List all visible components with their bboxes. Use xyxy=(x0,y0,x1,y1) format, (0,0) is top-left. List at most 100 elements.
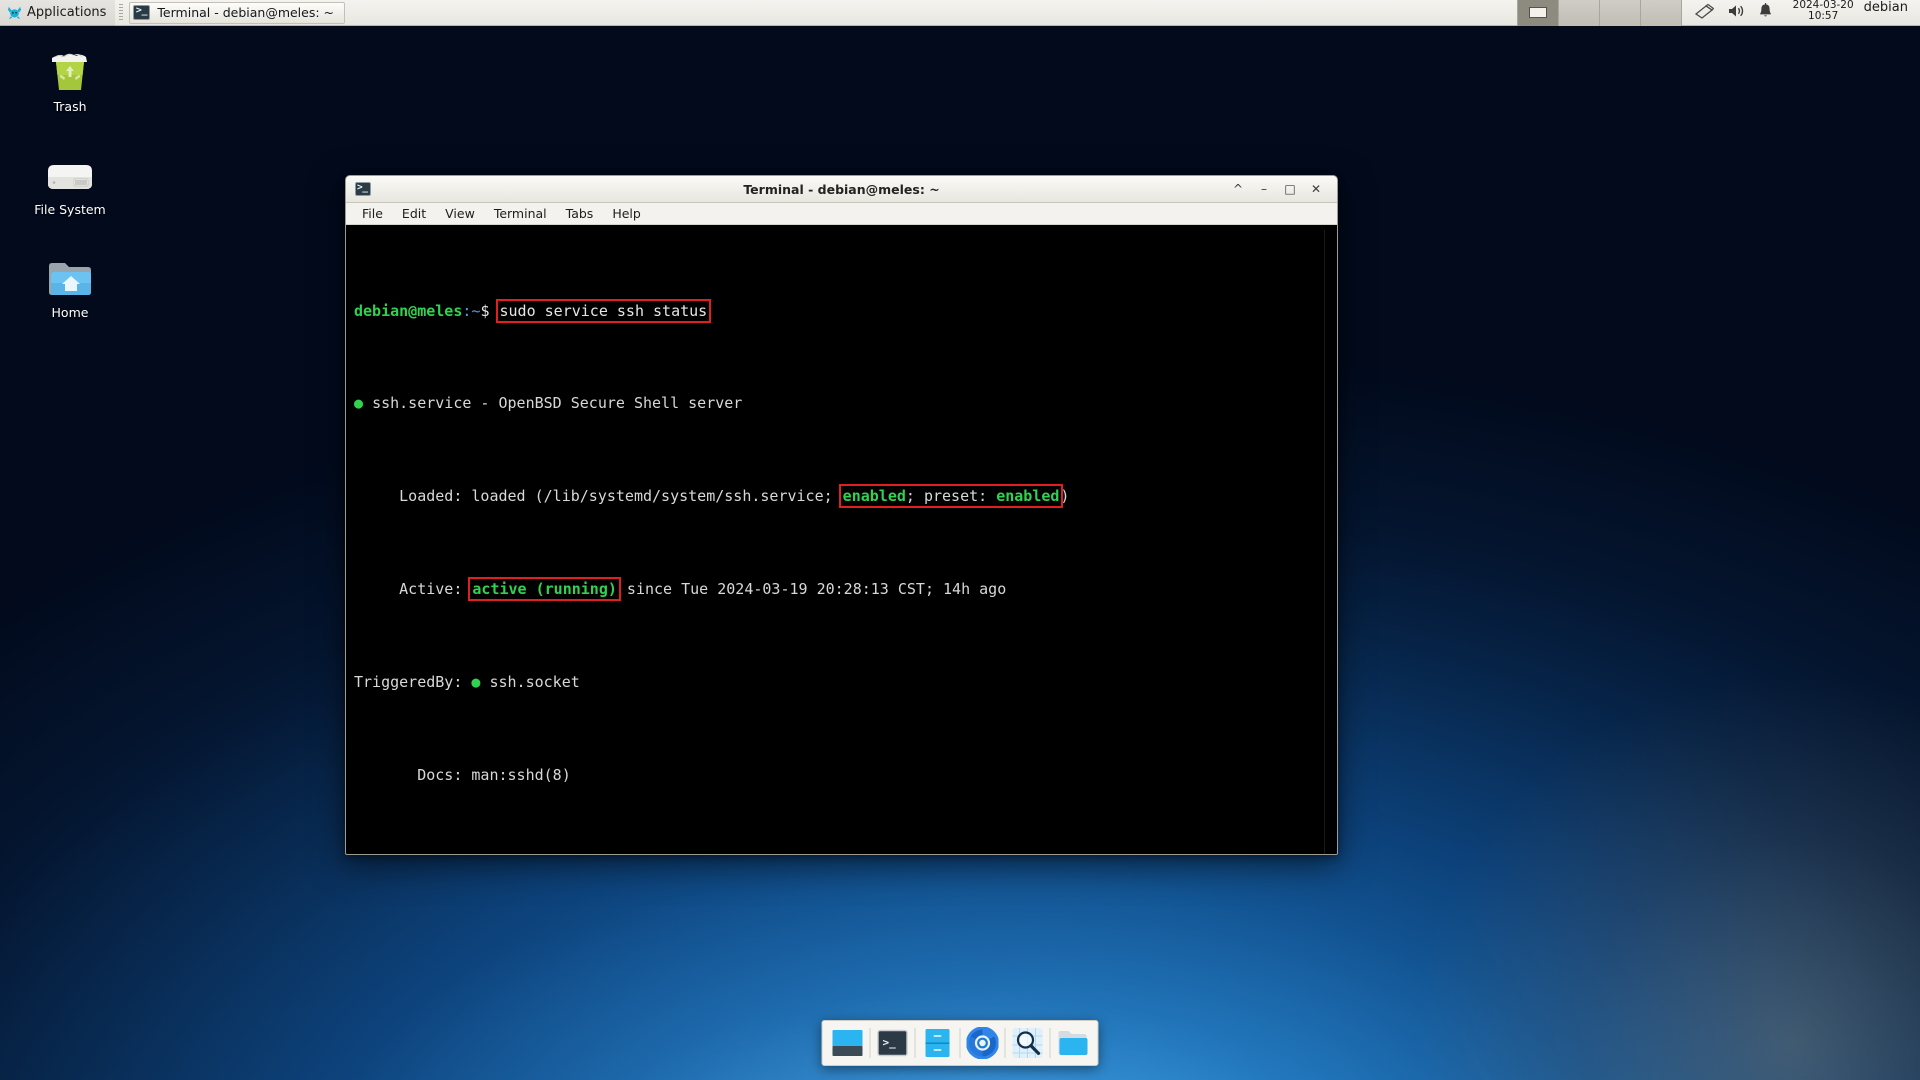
workspace-window-thumb xyxy=(1528,7,1547,18)
loaded-pre: loaded (/lib/systemd/system/ssh.service; xyxy=(471,487,842,506)
active-since: since Tue 2024-03-19 20:28:13 CST; 14h a… xyxy=(617,580,1007,598)
applications-menu-button[interactable]: Applications xyxy=(0,0,116,26)
close-button[interactable]: ✕ xyxy=(1309,182,1323,196)
clock-time: 10:57 xyxy=(1808,9,1839,22)
folder-icon xyxy=(1057,1027,1089,1059)
terminal-icon: >_ xyxy=(877,1027,909,1059)
terminal-icon xyxy=(133,5,151,20)
triggeredby-label: TriggeredBy: xyxy=(354,672,472,691)
chromium-icon xyxy=(966,1026,999,1060)
docs-value-1: man:sshd(8) xyxy=(471,765,571,784)
magnifier-icon xyxy=(1012,1027,1044,1059)
volume-speaker-icon[interactable] xyxy=(1727,3,1745,23)
wallpaper-swoosh-3 xyxy=(1305,379,1920,1080)
prompt-path: :~ xyxy=(462,301,481,320)
workspace-3[interactable] xyxy=(1600,0,1641,26)
loaded-preset: enabled xyxy=(996,487,1060,506)
docs-label: Docs: xyxy=(354,765,472,784)
unit-line: ssh.service - OpenBSD Secure Shell serve… xyxy=(372,394,743,413)
desktop-icon-trash[interactable]: Trash xyxy=(18,42,122,114)
desktop-icon-label: File System xyxy=(34,202,106,217)
prompt-sign: $ xyxy=(480,301,490,320)
terminal-line-command: debian@meles:~$ sudo service ssh status xyxy=(354,298,1324,323)
filecabinet-icon xyxy=(922,1027,954,1059)
workspace-1[interactable] xyxy=(1517,0,1559,26)
top-panel: Applications Terminal - debian@meles: ~ xyxy=(0,0,1920,26)
system-tray: 2024-03-20 10:57 debian xyxy=(1516,0,1920,26)
desktop[interactable]: Applications Terminal - debian@meles: ~ xyxy=(0,0,1920,1080)
active-label: Active: xyxy=(354,580,472,598)
dock-item-file-manager[interactable] xyxy=(918,1023,958,1063)
dock-separator xyxy=(914,1028,916,1058)
prompt-user: debian@meles xyxy=(354,301,463,320)
xfce-mouse-logo-icon xyxy=(7,5,22,20)
dock-separator xyxy=(1049,1028,1051,1058)
svg-text:>_: >_ xyxy=(883,1036,897,1049)
terminal-scrollbar[interactable] xyxy=(1324,230,1337,854)
dock-item-show-desktop[interactable] xyxy=(828,1023,868,1063)
dock-item-chromium[interactable] xyxy=(963,1023,1003,1063)
trash-icon xyxy=(18,42,122,94)
terminal-body[interactable]: debian@meles:~$ sudo service ssh status … xyxy=(346,225,1337,854)
terminal-line-docs-1: Docs: man:sshd(8) xyxy=(354,764,1324,787)
desktop-icon-label: Home xyxy=(51,305,89,320)
wallpaper-swoosh-4 xyxy=(1296,240,1920,1080)
dock-item-terminal[interactable]: >_ xyxy=(873,1023,913,1063)
home-folder-icon xyxy=(18,248,122,300)
bell-icon[interactable] xyxy=(1758,2,1773,23)
menu-edit[interactable]: Edit xyxy=(394,204,434,223)
taskbar-item-terminal[interactable]: Terminal - debian@meles: ~ xyxy=(129,1,346,24)
terminal-window[interactable]: Terminal - debian@meles: ~ ^ – □ ✕ File … xyxy=(345,175,1338,855)
window-titlebar[interactable]: Terminal - debian@meles: ~ ^ – □ ✕ xyxy=(346,176,1337,203)
desktop-icon-label: Trash xyxy=(53,99,87,114)
highlighted-command: sudo service ssh status xyxy=(495,298,712,323)
menu-view[interactable]: View xyxy=(437,204,483,223)
dock-separator xyxy=(959,1028,961,1058)
status-dot-icon: ● xyxy=(471,672,481,691)
wallpaper-swoosh-2 xyxy=(1310,524,1920,1080)
clock-date: 2024-03-20 xyxy=(1792,0,1854,11)
terminal-line-triggeredby: TriggeredBy: ● ssh.socket xyxy=(354,671,1324,694)
dock-item-folder[interactable] xyxy=(1053,1023,1093,1063)
wallpaper-glow xyxy=(1420,680,1920,1080)
terminal-menubar: File Edit View Terminal Tabs Help xyxy=(346,203,1337,225)
active-state: active (running) xyxy=(468,577,621,601)
window-title: Terminal - debian@meles: ~ xyxy=(743,181,940,197)
menu-tabs[interactable]: Tabs xyxy=(558,204,602,223)
triggeredby-value: ssh.socket xyxy=(489,672,580,691)
maximize-button[interactable]: □ xyxy=(1283,182,1297,196)
loaded-mid: ; preset: xyxy=(905,487,997,506)
terminal-output[interactable]: debian@meles:~$ sudo service ssh status … xyxy=(351,230,1324,854)
desktop-icon-home[interactable]: Home xyxy=(18,248,122,320)
terminal-icon xyxy=(355,182,371,196)
taskbar-item-label: Terminal - debian@meles: ~ xyxy=(157,5,335,20)
panel-handle[interactable] xyxy=(119,3,124,22)
menu-terminal[interactable]: Terminal xyxy=(486,204,555,223)
harddisk-icon xyxy=(18,145,122,197)
dock-item-app-finder[interactable] xyxy=(1008,1023,1048,1063)
dock-separator xyxy=(1004,1028,1006,1058)
minimize-button[interactable]: – xyxy=(1257,182,1271,196)
desktop-icon-file-system[interactable]: File System xyxy=(18,145,122,217)
user-menu[interactable]: debian xyxy=(1862,0,1920,26)
bottom-dock: >_ xyxy=(821,1020,1099,1066)
menu-file[interactable]: File xyxy=(354,204,391,223)
terminal-line-loaded: Loaded: loaded (/lib/systemd/system/ssh.… xyxy=(354,484,1324,509)
clock[interactable]: 2024-03-20 10:57 xyxy=(1785,0,1862,26)
menu-help[interactable]: Help xyxy=(604,204,649,223)
loaded-post: ) xyxy=(1060,487,1070,506)
dock-separator xyxy=(869,1028,871,1058)
applications-menu-label: Applications xyxy=(27,5,107,20)
workspace-pager[interactable] xyxy=(1516,0,1682,26)
status-dot-icon: ● xyxy=(354,394,364,413)
shade-button[interactable]: ^ xyxy=(1231,182,1245,196)
terminal-line-active: Active: active (running) since Tue 2024-… xyxy=(354,577,1324,601)
loaded-enabled: enabled xyxy=(842,487,906,506)
workspace-2[interactable] xyxy=(1559,0,1600,26)
terminal-line-unit: ● ssh.service - OpenBSD Secure Shell ser… xyxy=(354,392,1324,415)
loaded-label: Loaded: xyxy=(354,487,472,506)
workspace-4[interactable] xyxy=(1641,0,1682,26)
wallpaper-swoosh-1 xyxy=(1330,479,1920,1080)
network-icon[interactable] xyxy=(1694,3,1715,23)
desktop-icon xyxy=(832,1027,864,1059)
